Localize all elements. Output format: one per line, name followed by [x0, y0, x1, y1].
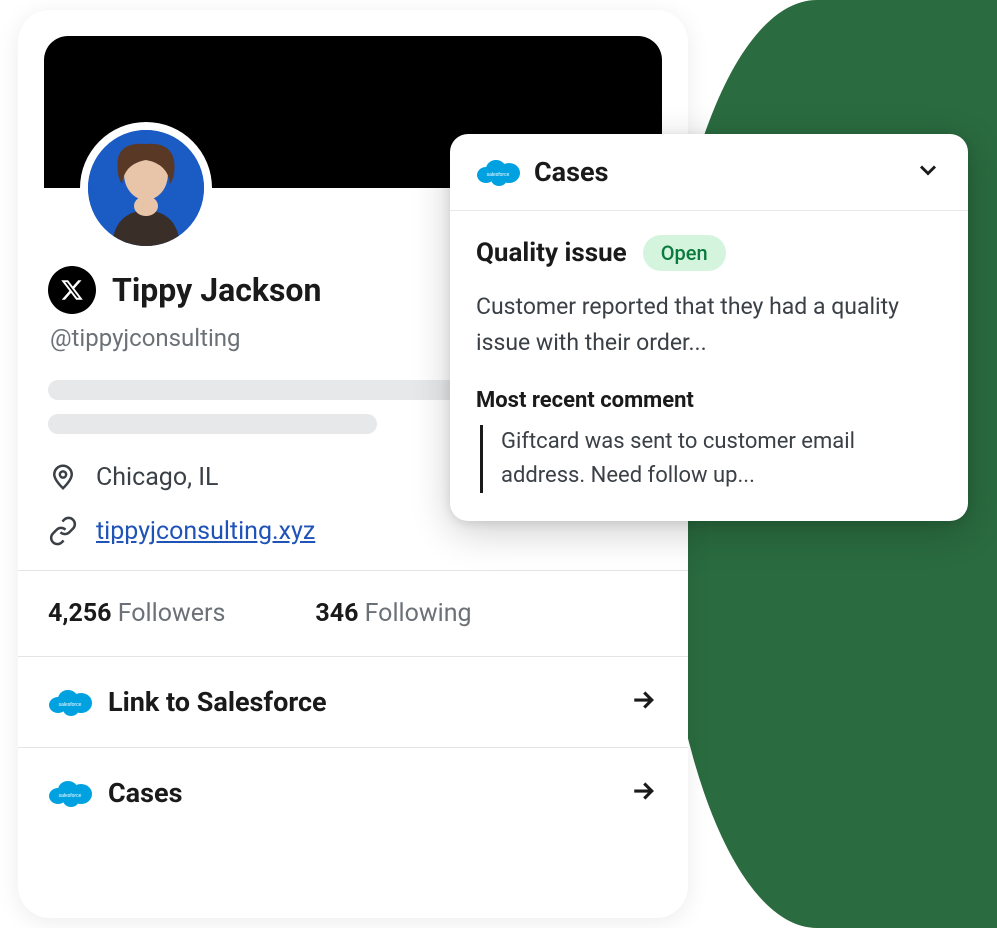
comment-heading: Most recent comment	[476, 388, 942, 413]
avatar[interactable]	[88, 130, 204, 246]
salesforce-icon: salesforce	[476, 157, 520, 187]
followers-count: 4,256	[48, 599, 112, 628]
comment-text: Giftcard was sent to customer email addr…	[480, 425, 942, 493]
website-link[interactable]: tippyjconsulting.xyz	[96, 517, 315, 546]
skeleton-line	[48, 414, 377, 434]
link-to-salesforce-row[interactable]: salesforce Link to Salesforce	[18, 657, 688, 748]
location-pin-icon	[48, 462, 78, 492]
arrow-right-icon	[628, 685, 658, 719]
salesforce-icon: salesforce	[48, 778, 92, 808]
cases-panel: salesforce Cases Quality issue Open Cust…	[450, 134, 968, 521]
arrow-right-icon	[628, 776, 658, 810]
following-count: 346	[315, 599, 358, 628]
cases-label: Cases	[108, 777, 182, 809]
cases-panel-title: Cases	[534, 156, 608, 188]
case-description: Customer reported that they had a qualit…	[476, 289, 942, 360]
following-label: Following	[365, 599, 472, 628]
svg-text:salesforce: salesforce	[59, 702, 82, 708]
cases-row[interactable]: salesforce Cases	[18, 748, 688, 838]
svg-text:salesforce: salesforce	[59, 793, 82, 799]
followers-label: Followers	[118, 599, 226, 628]
status-badge: Open	[643, 235, 726, 271]
link-salesforce-label: Link to Salesforce	[108, 686, 327, 718]
avatar-wrapper	[80, 122, 212, 254]
link-icon	[48, 516, 78, 546]
avatar-placeholder-icon	[88, 130, 204, 246]
chevron-down-icon[interactable]	[914, 156, 942, 188]
stats-row: 4,256 Followers 346 Following	[18, 570, 688, 657]
followers-stat[interactable]: 4,256 Followers	[48, 599, 225, 628]
case-title: Quality issue	[476, 238, 627, 268]
cases-panel-header[interactable]: salesforce Cases	[450, 134, 968, 211]
svg-text:salesforce: salesforce	[487, 172, 510, 178]
following-stat[interactable]: 346 Following	[315, 599, 471, 628]
salesforce-icon: salesforce	[48, 687, 92, 717]
location-text: Chicago, IL	[96, 463, 219, 492]
x-logo-icon	[48, 266, 96, 314]
display-name: Tippy Jackson	[112, 271, 321, 309]
cases-panel-body: Quality issue Open Customer reported tha…	[450, 211, 968, 521]
